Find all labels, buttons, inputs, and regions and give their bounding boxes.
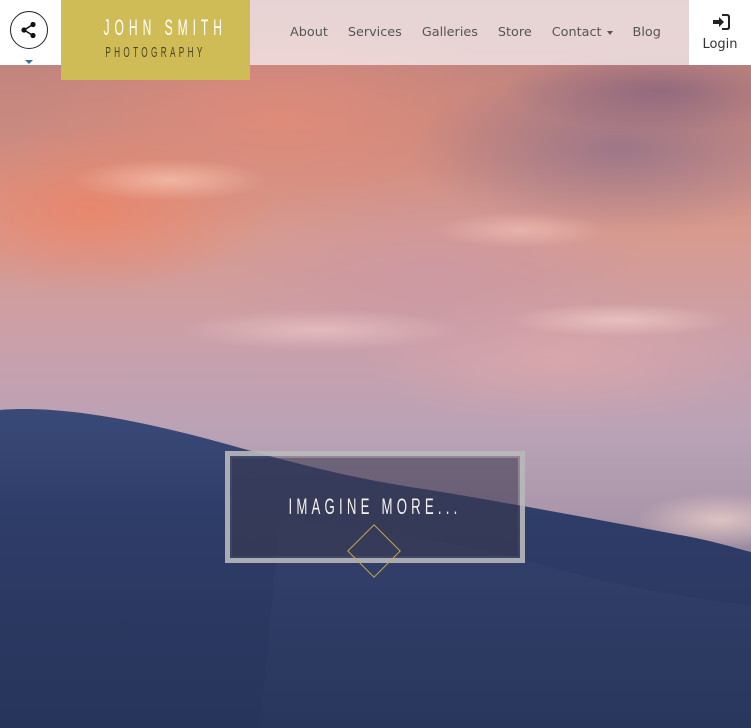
nav-galleries[interactable]: Galleries	[412, 25, 488, 40]
hero-tagline: IMAGINE MORE...	[288, 494, 462, 519]
nav-contact-label: Contact	[551, 25, 602, 40]
login-label: Login	[702, 37, 738, 52]
nav-about[interactable]: About	[280, 25, 338, 40]
logo-name: JOHN SMITH	[103, 15, 227, 40]
share-button[interactable]	[10, 11, 48, 49]
nav-contact[interactable]: Contact	[542, 25, 623, 40]
main-nav: About Services Galleries Store Contact B…	[280, 0, 671, 65]
share-icon	[21, 21, 36, 39]
logo-subtitle: PHOTOGRAPHY	[105, 44, 206, 61]
site-logo[interactable]: JOHN SMITH PHOTOGRAPHY	[61, 0, 250, 80]
top-navigation-bar: JOHN SMITH PHOTOGRAPHY About Services Ga…	[0, 0, 751, 80]
share-area	[0, 0, 61, 65]
sand-dune	[0, 409, 751, 728]
nav-store[interactable]: Store	[488, 25, 542, 40]
sign-in-icon	[713, 14, 730, 30]
login-button[interactable]: Login	[689, 0, 751, 65]
hero-background	[0, 0, 751, 728]
chevron-down-icon	[606, 30, 613, 35]
nav-services[interactable]: Services	[338, 25, 412, 40]
share-dropdown-caret-icon	[25, 60, 33, 64]
nav-blog[interactable]: Blog	[623, 25, 671, 40]
